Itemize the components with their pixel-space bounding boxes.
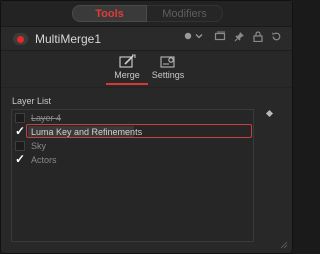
list-item[interactable]: Layer 4 (12, 111, 253, 125)
record-dot-icon (17, 36, 24, 43)
tool-name: MultiMerge1 (35, 32, 102, 46)
layer-checkbox[interactable] (15, 113, 25, 123)
layer-list-label: Layer List (12, 96, 52, 106)
layer-label: Sky (31, 141, 47, 151)
layer-label: Luma Key and Refinements (31, 127, 143, 137)
active-tab-indicator (106, 83, 148, 85)
tool-header: MultiMerge1 (1, 27, 292, 51)
top-tab-bar: Tools Modifiers (1, 1, 292, 27)
version-icon[interactable] (214, 31, 226, 47)
color-dot-dropdown[interactable] (184, 31, 206, 47)
layer-label: Layer 4 (31, 113, 62, 123)
tab-settings-label: Settings (151, 70, 185, 80)
merge-icon (119, 54, 136, 68)
reset-icon[interactable] (271, 31, 282, 48)
list-item[interactable]: Sky (12, 139, 253, 153)
list-item-selected[interactable]: ✓ Luma Key and Refinements (12, 124, 253, 139)
control-tabs: Merge Settings (1, 52, 292, 86)
lock-icon[interactable] (253, 30, 263, 48)
layer-checkbox[interactable] (15, 141, 25, 151)
resize-grip-icon[interactable] (280, 241, 288, 249)
checkmark-icon[interactable]: ✓ (15, 124, 27, 138)
list-item[interactable]: ✓ Actors (12, 152, 253, 167)
settings-icon (160, 56, 175, 68)
tab-settings[interactable]: Settings (143, 52, 193, 86)
checkmark-icon[interactable]: ✓ (15, 152, 27, 166)
divider (1, 87, 292, 88)
layer-label: Actors (31, 155, 57, 165)
inspector-panel: Tools Modifiers MultiMerge1 Merge Settin… (0, 0, 293, 254)
layer-list[interactable]: Layer 4 ✓ Luma Key and Refinements Sky ✓… (11, 109, 254, 242)
keyframe-diamond-icon[interactable] (265, 109, 274, 118)
tab-tools[interactable]: Tools (72, 5, 147, 22)
pin-icon[interactable] (234, 31, 245, 48)
tab-modifiers[interactable]: Modifiers (147, 5, 223, 22)
